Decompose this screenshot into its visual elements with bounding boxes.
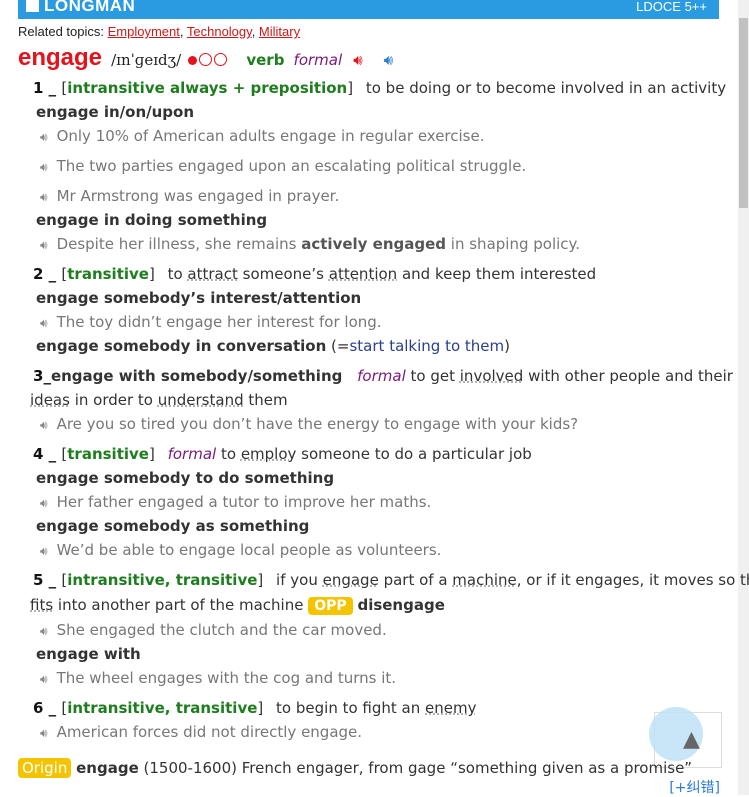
word-link[interactable]: machine bbox=[452, 571, 516, 589]
topic-link-employment[interactable]: Employment bbox=[108, 24, 180, 39]
opposite-badge: OPP bbox=[308, 597, 353, 615]
pattern: engage in doing something bbox=[36, 211, 268, 229]
example: 🔊︎ Are you so tired you don’t have the en… bbox=[40, 415, 579, 433]
speaker-icon[interactable]: 🔊︎ bbox=[40, 544, 48, 558]
pattern: engage somebody’s interest/attention bbox=[36, 289, 362, 307]
word-link[interactable]: enemy bbox=[425, 699, 476, 717]
edition-label: LDOCE 5++ bbox=[636, 0, 707, 14]
definition: to be doing or to become involved in an … bbox=[365, 79, 727, 97]
example: 🔊︎ She engaged the clutch and the car mov… bbox=[40, 621, 387, 639]
freq-dot-filled bbox=[188, 56, 198, 65]
word-link[interactable]: attract bbox=[187, 265, 237, 283]
speaker-icon[interactable]: 🔊︎ bbox=[40, 496, 48, 510]
sense-4: 4 _ [transitive] formal to employ someon… bbox=[33, 445, 532, 463]
example: 🔊︎ Only 10% of American adults engage in … bbox=[40, 127, 485, 145]
word-link[interactable]: engage bbox=[323, 571, 379, 589]
part-of-speech: verb bbox=[246, 51, 285, 69]
speaker-icon[interactable]: 🔊︎ bbox=[40, 418, 48, 432]
sense-3-continued: ideas in order to understand them bbox=[30, 391, 288, 409]
logo-text: LONGMAN bbox=[44, 0, 136, 15]
origin-line: Origin engage (1500-1600) French engager… bbox=[18, 758, 692, 778]
topic-link-military[interactable]: Military bbox=[259, 24, 300, 39]
origin-badge: Origin bbox=[18, 758, 72, 778]
pattern-with-gloss: engage somebody in conversation (=start … bbox=[36, 337, 510, 355]
example: 🔊︎ Her father engaged a tutor to improve … bbox=[40, 493, 432, 511]
word-link[interactable]: ideas bbox=[30, 391, 70, 409]
example: 🔊︎ We’d be able to engage local people as… bbox=[40, 541, 442, 559]
word-link[interactable]: attention bbox=[329, 265, 397, 283]
sense-5: 5 _ [intransitive, transitive] if you en… bbox=[33, 571, 749, 589]
opposite-word[interactable]: disengage bbox=[357, 596, 444, 614]
example: 🔊︎ The wheel engages with the cog and tur… bbox=[40, 669, 397, 687]
word-link[interactable]: understand bbox=[158, 391, 244, 409]
arrow-up-icon: ▲ bbox=[683, 727, 700, 752]
word-link[interactable]: employ bbox=[241, 445, 297, 463]
speaker-icon[interactable]: 🔊︎ bbox=[40, 238, 48, 252]
sense-2: 2 _ [transitive] to attract someone’s at… bbox=[33, 265, 597, 283]
ship-icon bbox=[26, 0, 39, 12]
pattern: engage in/on/upon bbox=[36, 103, 195, 121]
grammar-label: [intransitive always + preposition] bbox=[61, 79, 354, 97]
speaker-icon[interactable]: 🔊︎ bbox=[40, 160, 48, 174]
sense-1: 1 _ [intransitive always + preposition] … bbox=[33, 79, 727, 97]
speaker-icon[interactable]: 🔊︎ bbox=[40, 672, 48, 686]
speaker-icon[interactable]: 🔊︎ bbox=[40, 130, 48, 144]
headword: engage bbox=[18, 44, 103, 71]
freq-dot-empty bbox=[199, 53, 213, 66]
speaker-icon[interactable]: 🔊︎ bbox=[40, 624, 48, 638]
pattern: engage somebody as something bbox=[36, 517, 310, 535]
pattern: engage somebody to do something bbox=[36, 469, 335, 487]
word-link[interactable]: fits bbox=[30, 596, 53, 614]
headword-line: engage /ɪnˈɡeɪdʒ/ verb formal 🔊︎ 🔊︎ bbox=[18, 44, 393, 72]
example: 🔊︎ The toy didn’t engage her interest for… bbox=[40, 313, 382, 331]
sense-number: 1 bbox=[33, 79, 44, 97]
example: 🔊︎ Mr Armstrong was engaged in prayer. bbox=[40, 187, 340, 205]
related-topics-label: Related topics: bbox=[18, 24, 104, 39]
speaker-icon-british[interactable]: 🔊︎ bbox=[353, 51, 362, 69]
speaker-icon-american[interactable]: 🔊︎ bbox=[384, 51, 393, 69]
scrollbar-thumb[interactable] bbox=[739, 18, 748, 208]
sense-3: 3_engage with somebody/something formal … bbox=[33, 367, 733, 385]
report-error-link[interactable]: [+纠错] bbox=[669, 777, 720, 797]
sense-5-continued: fits into another part of the machine OP… bbox=[30, 596, 445, 615]
speaker-icon[interactable]: 🔊︎ bbox=[40, 726, 48, 740]
pattern: engage with bbox=[36, 645, 141, 663]
dictionary-header: LONGMAN LDOCE 5++ bbox=[18, 0, 719, 19]
longman-logo: LONGMAN bbox=[26, 0, 135, 16]
topic-link-technology[interactable]: Technology bbox=[187, 24, 252, 39]
sense-6: 6 _ [intransitive, transitive] to begin … bbox=[33, 699, 477, 717]
register-label: formal bbox=[293, 51, 343, 69]
freq-dot-empty bbox=[214, 53, 228, 66]
example: 🔊︎ The two parties engaged upon an escala… bbox=[40, 157, 527, 175]
frequency-dots bbox=[188, 53, 228, 69]
related-topics: Related topics: Employment, Technology, … bbox=[18, 24, 301, 39]
speaker-icon[interactable]: 🔊︎ bbox=[40, 316, 48, 330]
speaker-icon[interactable]: 🔊︎ bbox=[40, 190, 48, 204]
example: 🔊︎ Despite her illness, she remains activ… bbox=[40, 235, 581, 253]
pronunciation: /ɪnˈɡeɪdʒ/ bbox=[111, 51, 182, 69]
scrollbar[interactable] bbox=[738, 0, 749, 795]
word-link[interactable]: involved bbox=[460, 367, 524, 385]
example: 🔊︎ American forces did not directly engag… bbox=[40, 723, 363, 741]
